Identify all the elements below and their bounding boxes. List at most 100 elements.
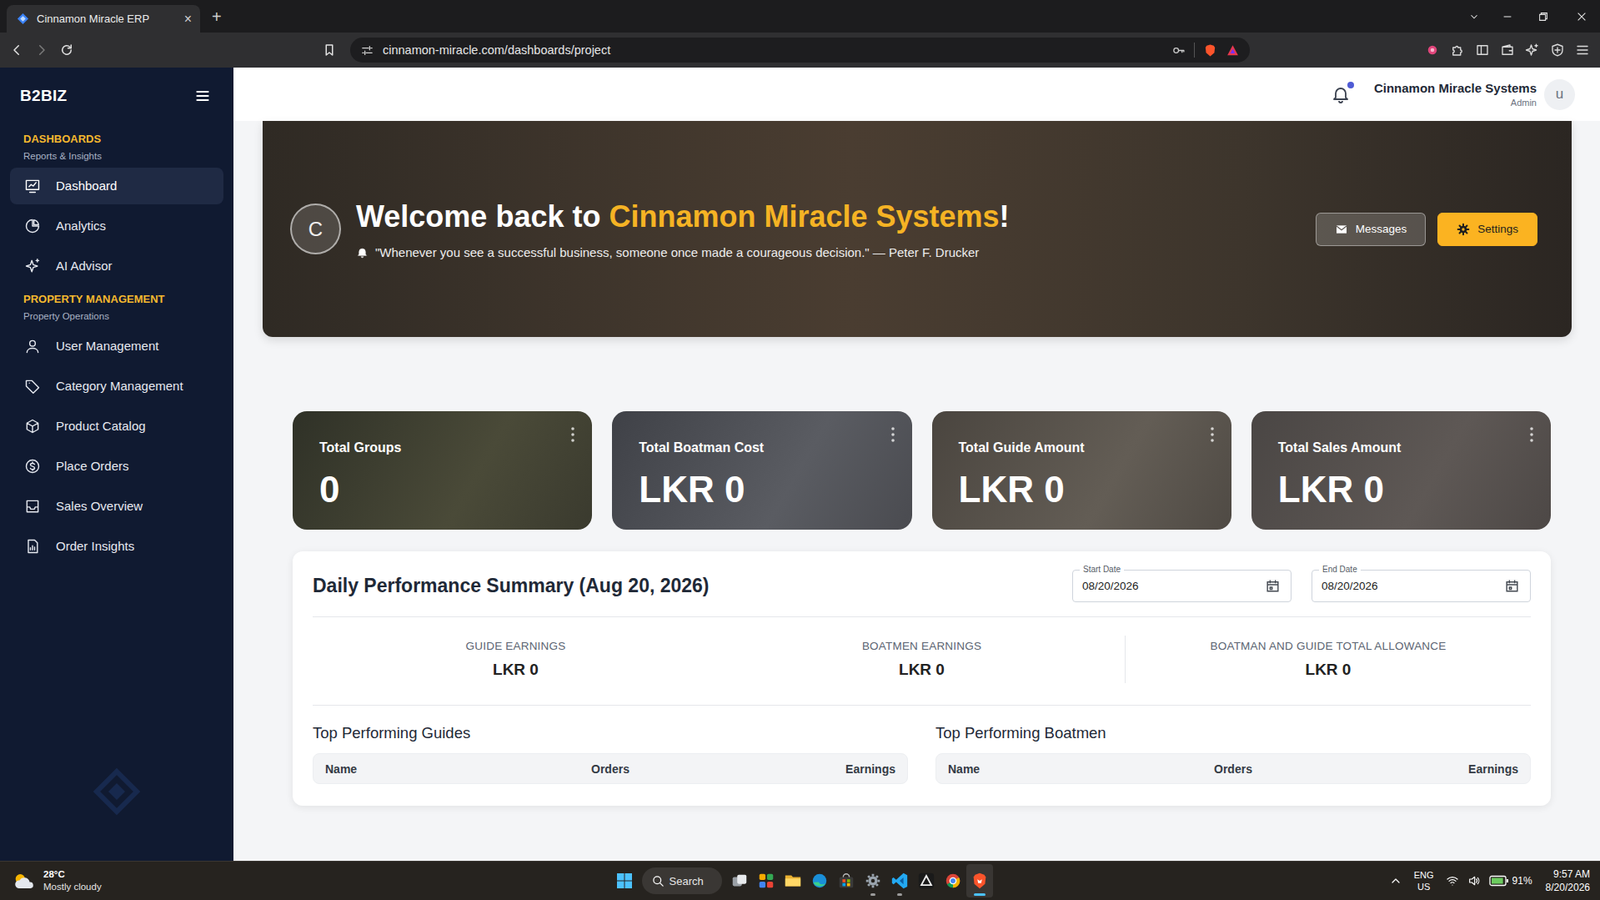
sidebar-item-label: Order Insights [55,538,135,554]
new-tab-button[interactable]: + [211,8,222,26]
user-info[interactable]: Cinnamon Miracle SystemsAdmin [1374,80,1537,109]
rewards-triangle-icon[interactable] [1225,43,1240,58]
restore-button[interactable] [1524,0,1563,33]
sidebar-item[interactable]: Product Catalog [10,407,224,445]
start-button[interactable] [607,863,642,898]
taskbar-app[interactable] [859,863,887,898]
region: US [1417,880,1430,893]
sidebar-item[interactable]: User Management [10,327,224,365]
calendar-icon[interactable] [1264,577,1281,594]
unread-dot [1347,81,1355,89]
section-subtitle: Reports & Insights [0,150,234,162]
date-field[interactable]: End Date08/20/2026 [1311,569,1531,602]
menu-item-icon [24,457,41,475]
tab-list-button[interactable] [1457,0,1491,33]
sidebar-toggle-button[interactable] [1469,37,1495,63]
taskbar-app[interactable] [939,863,967,898]
taskbar-app[interactable] [806,863,833,898]
menu-item-icon [24,217,41,235]
vpn-button[interactable] [1544,37,1570,63]
stat-value: LKR 0 [958,469,1205,510]
metric-label: GUIDE EARNINGS [466,638,567,653]
brave-shield-icon[interactable] [1203,43,1218,58]
browser-tab[interactable]: Cinnamon Miracle ERP× [6,5,201,33]
clock[interactable]: 9:57 AM8/20/2026 [1545,867,1590,894]
sidebar-item[interactable]: Analytics [10,207,224,245]
minimize-button[interactable] [1490,0,1525,33]
extensions-button[interactable] [1444,37,1470,63]
banner-buttons: Messages Settings [1315,212,1538,246]
taskbar-app[interactable] [966,863,994,898]
sidebar-item[interactable]: Dashboard [10,167,224,205]
forward-button[interactable] [29,37,55,63]
banner-button[interactable]: Settings [1437,212,1538,246]
more-options-icon[interactable] [890,426,896,443]
hamburger-icon[interactable] [194,87,211,105]
notifications-button[interactable] [1330,84,1351,105]
more-options-icon[interactable] [1529,426,1535,443]
sidebar-item-label: Dashboard [55,178,117,194]
sidebar-item[interactable]: Place Orders [10,447,224,485]
leo-ai-button[interactable] [1519,37,1545,63]
taskbar-app[interactable] [832,863,860,898]
close-window-button[interactable] [1562,0,1600,33]
sidebar-item[interactable]: Order Insights [10,527,224,565]
metric: GUIDE EARNINGSLKR 0 [312,635,719,683]
chevron-up-icon[interactable] [1389,873,1403,888]
column-header[interactable]: Orders [1138,762,1329,776]
speaker-icon[interactable] [1467,873,1481,888]
language-indicator[interactable]: ENGUS [1410,868,1438,893]
running-indicator [897,892,903,896]
tab-close-button[interactable]: × [184,12,192,26]
column-header[interactable]: Earnings [705,762,896,776]
menu-item-icon [24,537,41,555]
company-avatar: C [290,203,342,255]
browser-menu-button[interactable] [1569,37,1595,63]
shield-icon [1549,42,1565,58]
sidebar-item[interactable]: AI Advisor [10,247,224,285]
calendar-icon[interactable] [1504,577,1520,594]
column-header[interactable]: Name [325,762,516,776]
address-bar[interactable]: cinnamon-miracle.com/dashboards/project [350,37,1250,63]
metric-label: BOATMEN EARNINGS [862,638,982,653]
stat-value: 0 [319,469,566,510]
sidebar-items: Dashboard Analytics AI Advisor [0,167,234,285]
more-options-icon[interactable] [570,426,576,443]
back-button[interactable] [4,37,30,63]
column-header[interactable]: Earnings [1328,762,1519,776]
banner-button[interactable]: Messages [1315,212,1427,246]
taskbar-search[interactable]: Search [642,867,723,894]
sidebar-item[interactable]: Sales Overview [10,487,224,525]
stat-cards: Total Groups0Total Boatman CostLKR 0Tota… [292,411,1551,530]
wallet-button[interactable] [1494,37,1520,63]
taskbar-app[interactable] [912,863,940,898]
weather-widget[interactable]: 28°CMostly cloudy [0,867,608,893]
wifi-icon[interactable] [1445,873,1460,888]
taskbar-app[interactable] [779,863,807,898]
taskbar-app[interactable] [886,863,913,898]
date-field[interactable]: Start Date08/20/2026 [1072,569,1292,602]
taskbar-app[interactable] [726,863,753,898]
system-tray: ENGUS 91% 9:57 AM8/20/2026 [993,867,1600,894]
user-avatar[interactable]: u [1544,79,1575,111]
table-title: Top Performing Guides [312,723,908,743]
sidebar-item[interactable]: Category Management [10,367,224,405]
column-header[interactable]: Orders [515,762,706,776]
reload-button[interactable] [54,37,80,63]
more-options-icon[interactable] [1209,426,1215,443]
menu-item-icon [24,257,41,275]
quote-row: "Whenever you see a successful business,… [356,245,1010,261]
extension-button[interactable] [1419,37,1445,63]
menu-item-icon [24,337,41,355]
running-indicator [870,892,876,896]
taskbar-app[interactable] [752,863,780,898]
welcome-text: Welcome back to Cinnamon Miracle Systems… [356,198,1010,261]
battery-indicator[interactable]: 91% [1489,874,1533,887]
bookmark-button[interactable] [316,37,342,63]
sidebar-item-label: User Management [55,338,159,354]
stat-title: Total Groups [319,439,566,457]
sidebar-item-label: AI Advisor [55,258,113,274]
battery-percent: 91% [1512,874,1533,887]
column-header[interactable]: Name [947,762,1139,776]
gear-icon [1456,222,1470,236]
